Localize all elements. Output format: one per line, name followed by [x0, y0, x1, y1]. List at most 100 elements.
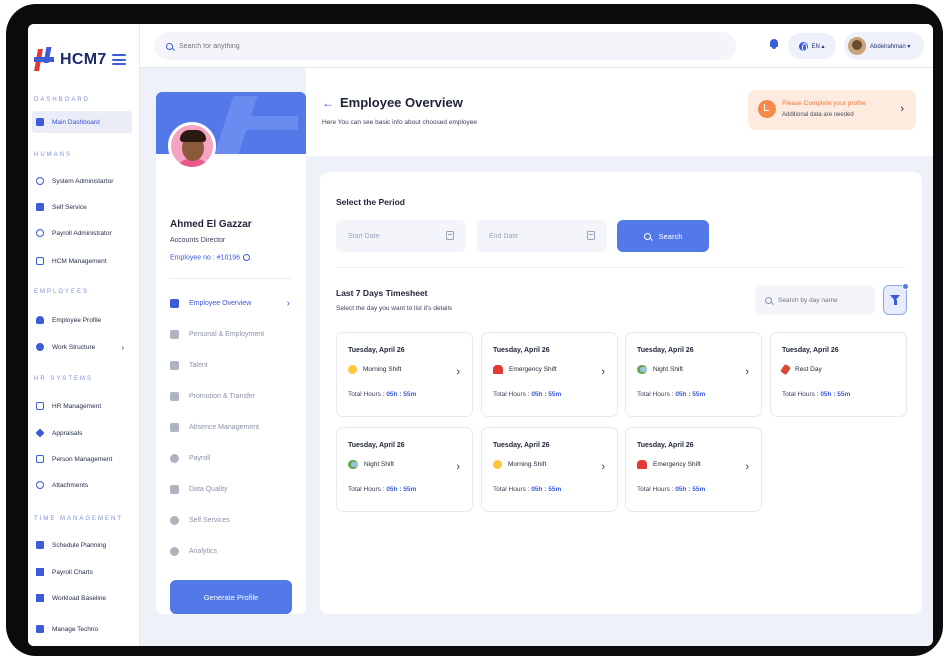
- file-icon: [36, 541, 44, 549]
- profile-menu-self-services[interactable]: Self Services: [170, 511, 294, 529]
- alert-subtitle: Additional data are needed: [782, 112, 854, 118]
- profile-menu-label: Self Services: [189, 516, 230, 524]
- card-shift: Morning Shift: [348, 365, 401, 374]
- logo-mark-icon: [34, 47, 54, 73]
- profile-menu-talent[interactable]: Talent: [170, 356, 294, 374]
- timesheet-day-card[interactable]: Tuesday, April 26 Night Shift Total Hour…: [625, 332, 762, 417]
- search-icon: [643, 232, 651, 240]
- absence-icon: [170, 422, 179, 432]
- day-search[interactable]: [755, 285, 875, 315]
- people-icon: [36, 343, 44, 351]
- timesheet-day-card[interactable]: Tuesday, April 26 Night Shift Total Hour…: [336, 427, 473, 512]
- self-services-icon: [170, 515, 179, 525]
- chevron-right-icon: ›: [601, 461, 605, 473]
- sidebar-item-work-structure[interactable]: Work Structure ›: [32, 336, 132, 358]
- baseline-icon: [36, 594, 44, 602]
- timesheet-day-card[interactable]: Tuesday, April 26 Morning Shift Total Ho…: [481, 427, 618, 512]
- generate-profile-button[interactable]: Generate Profile: [170, 580, 292, 614]
- user-menu[interactable]: Abdelrahman ▾: [844, 32, 924, 60]
- hamburger-menu-icon[interactable]: [112, 54, 126, 65]
- payroll-icon: [170, 453, 179, 463]
- profile-menu-label: Payroll: [189, 454, 211, 462]
- sidebar-item-workload-baseline[interactable]: Workload Baseline: [32, 587, 132, 609]
- check-circle-icon: [36, 229, 44, 237]
- filter-button[interactable]: [883, 283, 909, 315]
- card-shift: Emergency Shift: [637, 460, 701, 469]
- timesheet-day-card[interactable]: Tuesday, April 26 Rest Day Total Hours :…: [770, 332, 907, 417]
- end-date-field[interactable]: End Date: [477, 220, 607, 252]
- back-arrow-icon[interactable]: ←: [322, 96, 334, 110]
- profile-menu-payroll[interactable]: Payroll: [170, 449, 294, 467]
- sidebar-item-hcm-management[interactable]: HCM Management: [32, 250, 132, 272]
- chevron-right-icon: ›: [900, 103, 904, 115]
- profile-menu-personal-employment[interactable]: Personal & Employment: [170, 325, 294, 343]
- sidebar-item-attachments[interactable]: Attachments: [32, 474, 132, 496]
- logo[interactable]: HCM7: [34, 44, 107, 76]
- sidebar-item-payroll-administrator[interactable]: Payroll Administrator: [32, 222, 132, 244]
- nav-section-hr-systems: HR SYSTEMS: [34, 376, 94, 382]
- card-hours: Total Hours : 05h : 55m: [348, 486, 417, 493]
- sidebar-item-hr-management[interactable]: HR Management: [32, 395, 132, 417]
- card-shift: Night Shift: [637, 365, 683, 374]
- grid-icon: [36, 118, 44, 126]
- card-date: Tuesday, April 26: [348, 347, 405, 354]
- alert-title: Please Complete your profile: [782, 100, 866, 107]
- card-date: Tuesday, April 26: [348, 442, 405, 449]
- notification-bell-icon[interactable]: [769, 39, 779, 50]
- period-search-button[interactable]: Search: [617, 220, 709, 252]
- profile-menu-analytics[interactable]: Analytics: [170, 542, 294, 560]
- card-date: Tuesday, April 26: [493, 347, 550, 354]
- employee-number[interactable]: Employee no : #10196: [170, 254, 251, 261]
- profile-menu-data-quality[interactable]: Data Quality: [170, 480, 294, 498]
- timesheet-day-card[interactable]: Tuesday, April 26 Emergency Shift Total …: [481, 332, 618, 417]
- layers-icon: [35, 428, 45, 438]
- profile-menu-employee-overview[interactable]: Employee Overview ›: [170, 294, 294, 312]
- card-shift: Morning Shift: [493, 460, 546, 469]
- sidebar-item-label: Main Dashboard: [52, 118, 100, 126]
- day-search-input[interactable]: [778, 296, 868, 304]
- global-search[interactable]: [154, 32, 736, 60]
- grid-dots-icon: [170, 329, 179, 339]
- card-date: Tuesday, April 26: [637, 347, 694, 354]
- employee-avatar: [168, 122, 216, 170]
- timesheet-day-card[interactable]: Tuesday, April 26 Emergency Shift Total …: [625, 427, 762, 512]
- card-shift: Night Shift: [348, 460, 394, 469]
- sidebar-item-person-management[interactable]: Person Management: [32, 448, 132, 470]
- cloud-icon: [348, 460, 358, 469]
- sidebar-item-label: Payroll Charts: [52, 568, 93, 576]
- app-name: HCM7: [60, 51, 107, 68]
- profile-menu-label: Talent: [189, 361, 208, 369]
- divider: [170, 278, 292, 279]
- global-search-input[interactable]: [179, 42, 579, 50]
- sidebar-item-main-dashboard[interactable]: Main Dashboard: [32, 111, 132, 133]
- chevron-right-icon: ›: [745, 366, 749, 378]
- start-date-placeholder: Start Date: [348, 232, 380, 240]
- sidebar-item-manage-techno[interactable]: Manage Techno: [32, 618, 132, 640]
- chevron-right-icon: ›: [456, 366, 460, 378]
- page-header: ← Employee Overview Here You can see bas…: [306, 68, 933, 156]
- nav-section-humans: HUMANS: [34, 152, 73, 158]
- sidebar-item-system-administrator[interactable]: System Administartor: [32, 170, 132, 192]
- copy-icon[interactable]: [243, 254, 251, 261]
- sidebar-item-self-service[interactable]: Self Service: [32, 196, 132, 218]
- start-date-field[interactable]: Start Date: [336, 220, 466, 252]
- list-icon: [36, 203, 44, 211]
- sidebar-item-schedule-planning[interactable]: Schedule Planning: [32, 534, 132, 556]
- sidebar-item-label: HR Management: [52, 402, 102, 410]
- nav-section-dashboard: DASHBOARD: [34, 97, 91, 103]
- profile-menu-absence-management[interactable]: Absence Management: [170, 418, 294, 436]
- sidebar-item-label: Work Structure: [52, 343, 96, 351]
- sidebar-item-payroll-charts[interactable]: Payroll Charts: [32, 561, 132, 583]
- language-selector[interactable]: EN ▴: [788, 33, 836, 59]
- timesheet-day-card[interactable]: Tuesday, April 26 Morning Shift Total Ho…: [336, 332, 473, 417]
- profile-menu-label: Employee Overview: [189, 299, 252, 307]
- profile-menu-promotion-transfer[interactable]: Promotion & Transfer: [170, 387, 294, 405]
- card-date: Tuesday, April 26: [637, 442, 694, 449]
- profile-card: Ahmed El Gazzar Accounts Director Employ…: [156, 92, 306, 614]
- sidebar-item-employee-profile[interactable]: Employee Profile: [32, 309, 132, 331]
- sidebar-item-appraisals[interactable]: Appraisals: [32, 422, 132, 444]
- language-label: EN ▴: [811, 43, 825, 50]
- profile-menu-label: Personal & Employment: [189, 330, 265, 338]
- paperclip-icon: [36, 481, 44, 489]
- complete-profile-alert[interactable]: Please Complete your profile Additional …: [748, 90, 916, 130]
